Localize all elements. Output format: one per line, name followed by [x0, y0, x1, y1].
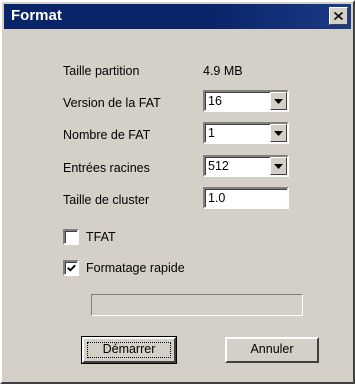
start-button[interactable]: Démarrer	[81, 336, 177, 364]
root-entries-dropdown-button[interactable]	[270, 157, 287, 175]
chevron-down-icon	[274, 130, 283, 136]
cancel-button-label: Annuler	[250, 342, 294, 356]
cluster-size-input[interactable]	[203, 187, 289, 209]
format-dialog: Format	[0, 0, 355, 384]
cancel-button[interactable]: Annuler	[225, 337, 319, 363]
fat-count-label: Nombre de FAT	[63, 128, 151, 142]
chevron-down-icon	[274, 98, 283, 104]
fat-version-dropdown-button[interactable]	[270, 92, 287, 110]
fat-version-value: 16	[208, 94, 222, 108]
fat-version-label: Version de la FAT	[63, 96, 161, 110]
fat-count-select[interactable]: 1	[203, 122, 289, 144]
checkmark-icon	[66, 264, 76, 272]
fat-count-value: 1	[208, 126, 215, 140]
quick-format-checkbox[interactable]	[63, 260, 79, 276]
root-entries-label: Entrées racines	[63, 161, 150, 175]
tfat-label[interactable]: TFAT	[86, 230, 116, 244]
close-icon	[334, 12, 343, 20]
partition-size-value: 4.9 MB	[203, 64, 243, 78]
start-button-label: Démarrer	[102, 342, 156, 356]
quick-format-label[interactable]: Formatage rapide	[86, 261, 185, 275]
title-bar[interactable]: Format	[4, 4, 351, 29]
fat-count-dropdown-button[interactable]	[270, 124, 287, 142]
root-entries-value: 512	[208, 159, 229, 173]
close-button[interactable]	[329, 7, 348, 25]
fat-version-select[interactable]: 16	[203, 90, 289, 112]
cluster-size-label: Taille de cluster	[63, 193, 150, 207]
partition-size-label: Taille partition	[63, 64, 140, 78]
format-progress-bar	[91, 294, 303, 316]
root-entries-select[interactable]: 512	[203, 155, 289, 177]
chevron-down-icon	[274, 163, 283, 169]
window-title: Format	[11, 7, 62, 24]
tfat-checkbox[interactable]	[63, 229, 79, 245]
